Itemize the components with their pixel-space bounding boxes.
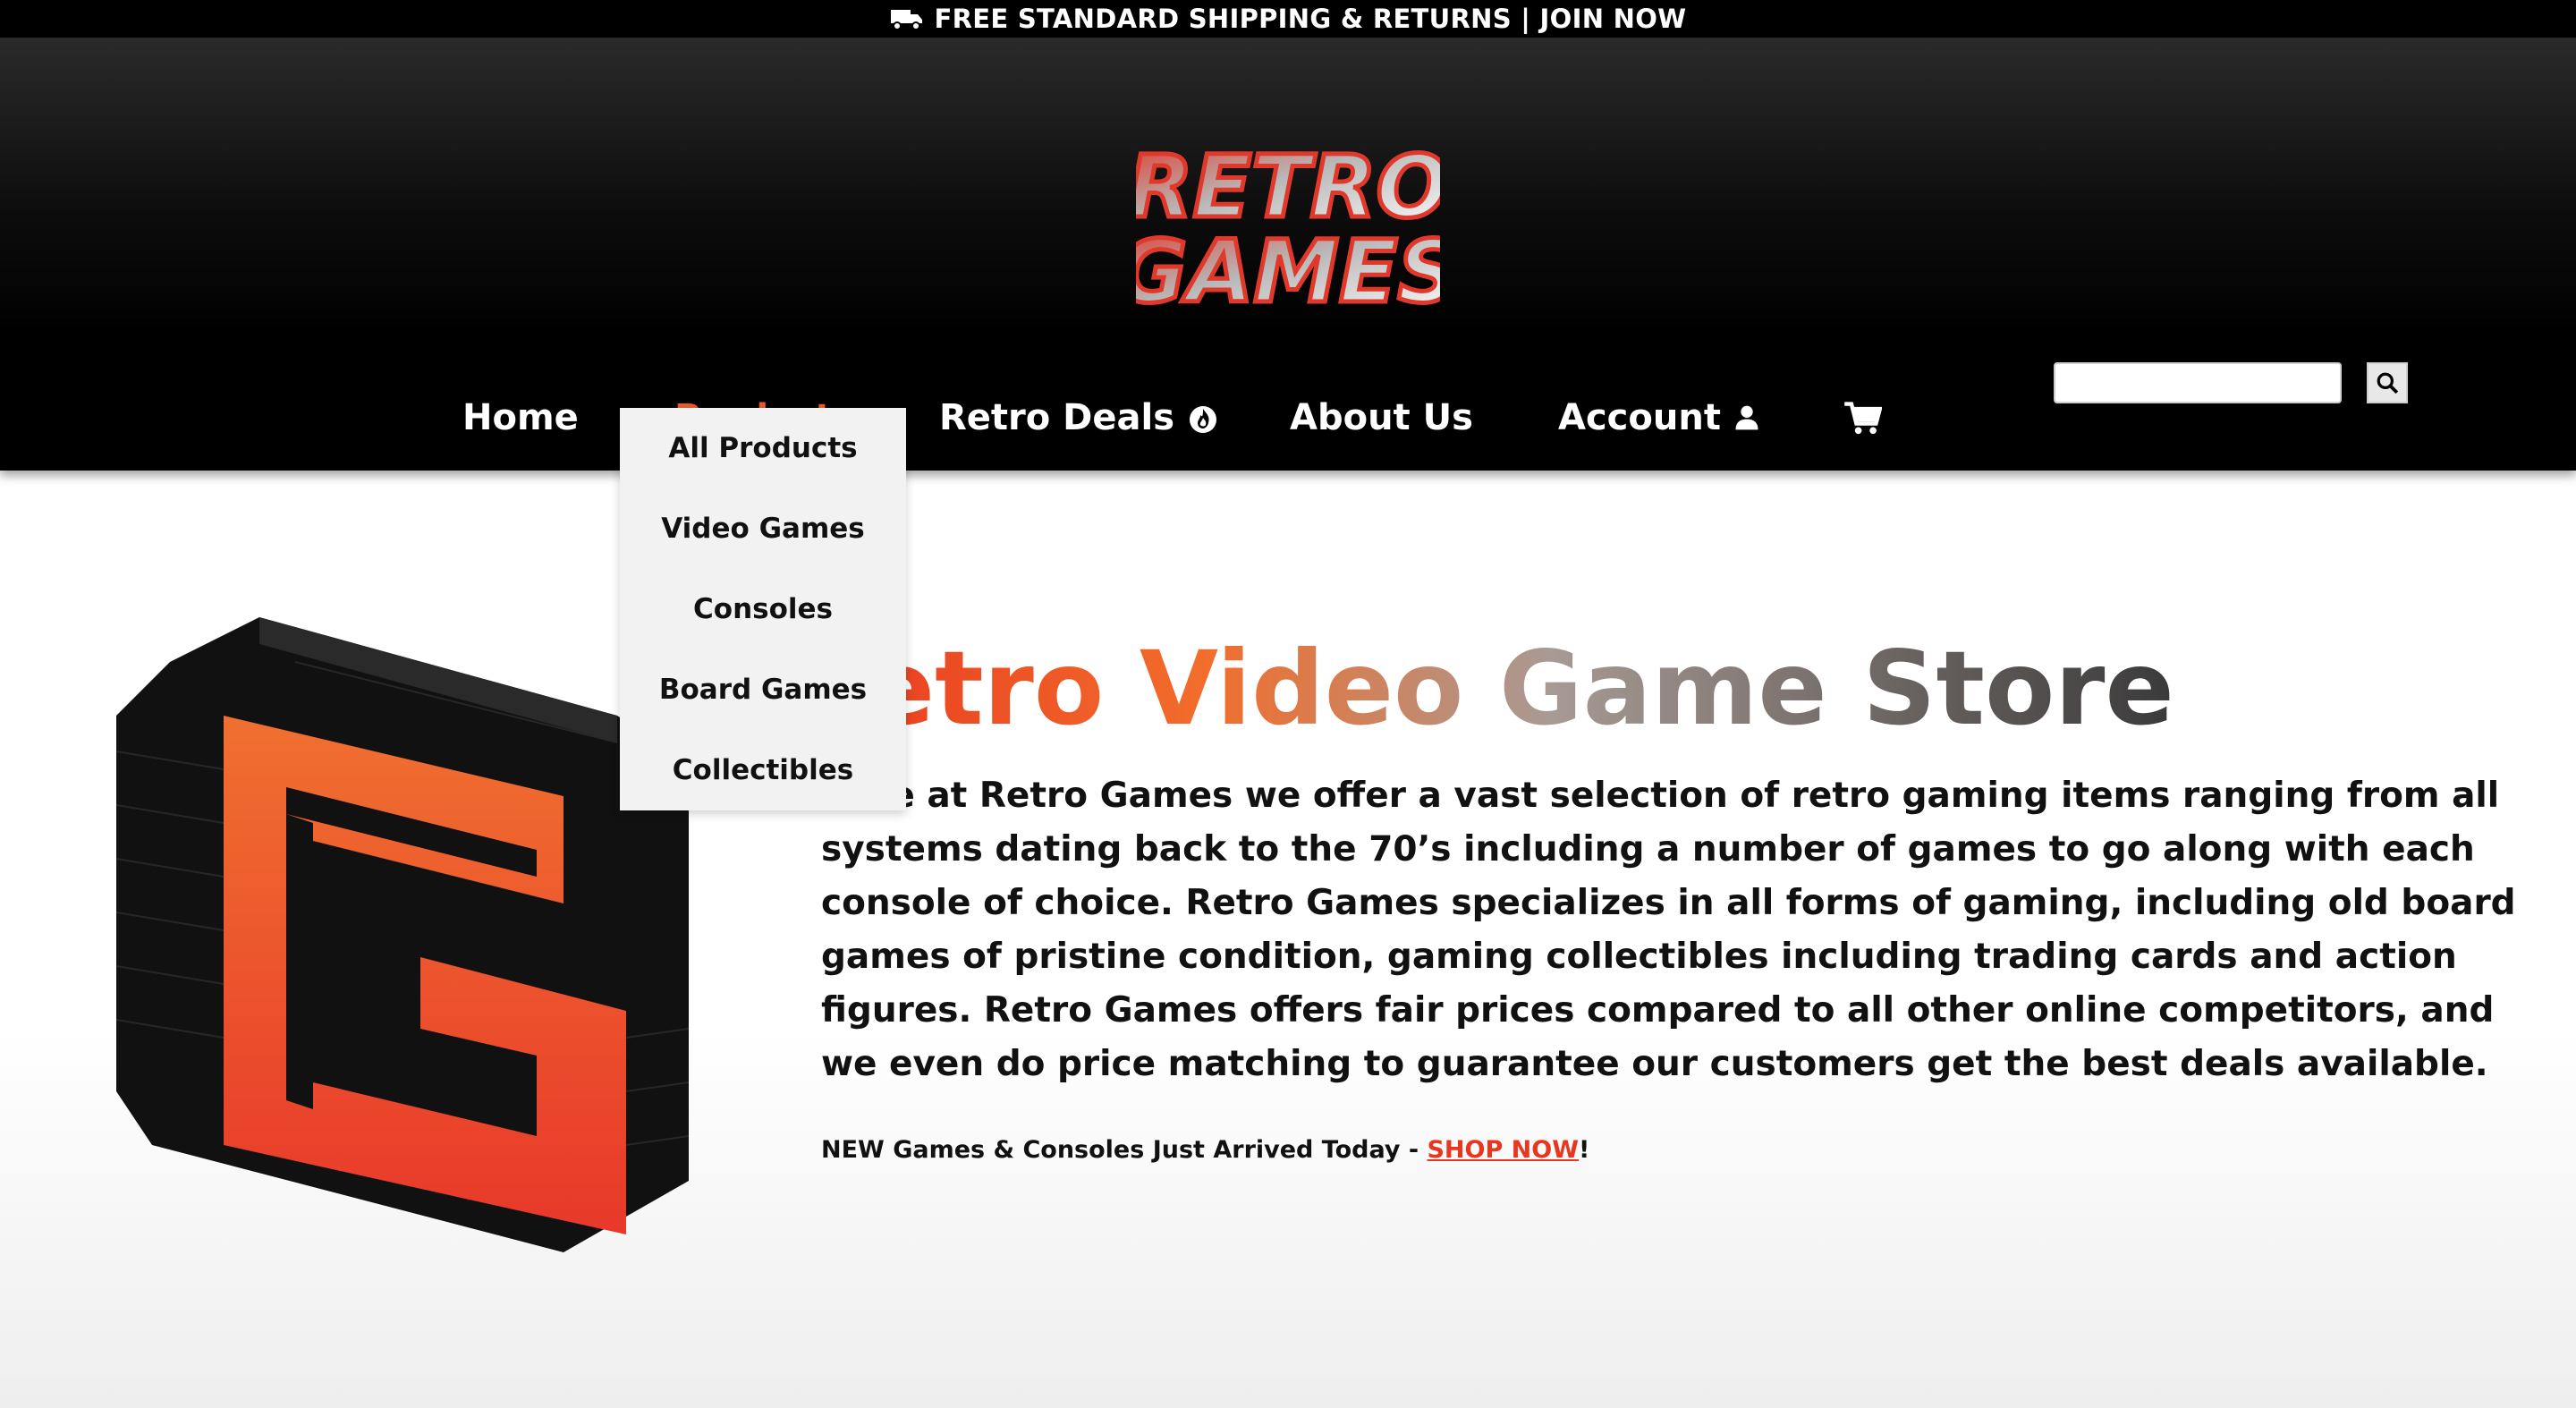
promo-bar[interactable]: FREE STANDARD SHIPPING & RETURNS | JOIN … (0, 0, 2576, 38)
dropdown-item-video-games[interactable]: Video Games (620, 488, 906, 569)
pixel-g-logo (116, 617, 689, 1252)
nav-account[interactable]: Account (1558, 382, 1760, 454)
dropdown-item-board-games[interactable]: Board Games (620, 649, 906, 730)
site-logo[interactable]: RETRO GAMES (1136, 127, 1440, 325)
dropdown-item-all-products[interactable]: All Products (620, 408, 906, 488)
nav-cart[interactable] (1843, 382, 1882, 454)
search-icon (2377, 372, 2399, 394)
hero-description: Here at Retro Games we offer a vast sele… (821, 776, 2516, 1084)
promo-text[interactable]: FREE STANDARD SHIPPING & RETURNS | JOIN … (935, 4, 1687, 34)
hero-cta: NEW Games & Consoles Just Arrived Today … (821, 1136, 1589, 1164)
nav-retro-deals[interactable]: Retro Deals (939, 382, 1219, 454)
nav-account-label[interactable]: Account (1558, 397, 1721, 438)
hero-title: Retro Video Game Store (787, 617, 2174, 760)
fire-icon (1190, 406, 1217, 433)
search-button[interactable] (2367, 362, 2408, 403)
dropdown-item-consoles[interactable]: Consoles (620, 569, 906, 649)
site-header: RETRO GAMES Home Products Retro Deals Ab… (0, 38, 2576, 471)
dropdown-item-collectibles[interactable]: Collectibles (620, 730, 906, 810)
search-input[interactable] (2054, 362, 2342, 403)
products-dropdown: All Products Video Games Consoles Board … (620, 408, 906, 810)
nav-home-label[interactable]: Home (462, 397, 579, 438)
nav-deals-label[interactable]: Retro Deals (939, 397, 1174, 438)
nav-about-us[interactable]: About Us (1290, 382, 1473, 454)
hero-cta-text: NEW Games & Consoles Just Arrived Today … (821, 1136, 1428, 1164)
cart-icon[interactable] (1843, 400, 1882, 436)
nav-about-label[interactable]: About Us (1290, 397, 1473, 438)
hero-cta-suffix: ! (1579, 1136, 1590, 1164)
nav-home[interactable]: Home (462, 382, 579, 454)
logo-line2: GAMES (1136, 222, 1440, 322)
user-icon (1735, 405, 1758, 430)
truck-icon (890, 10, 922, 30)
shop-now-link[interactable]: SHOP NOW (1427, 1136, 1579, 1164)
